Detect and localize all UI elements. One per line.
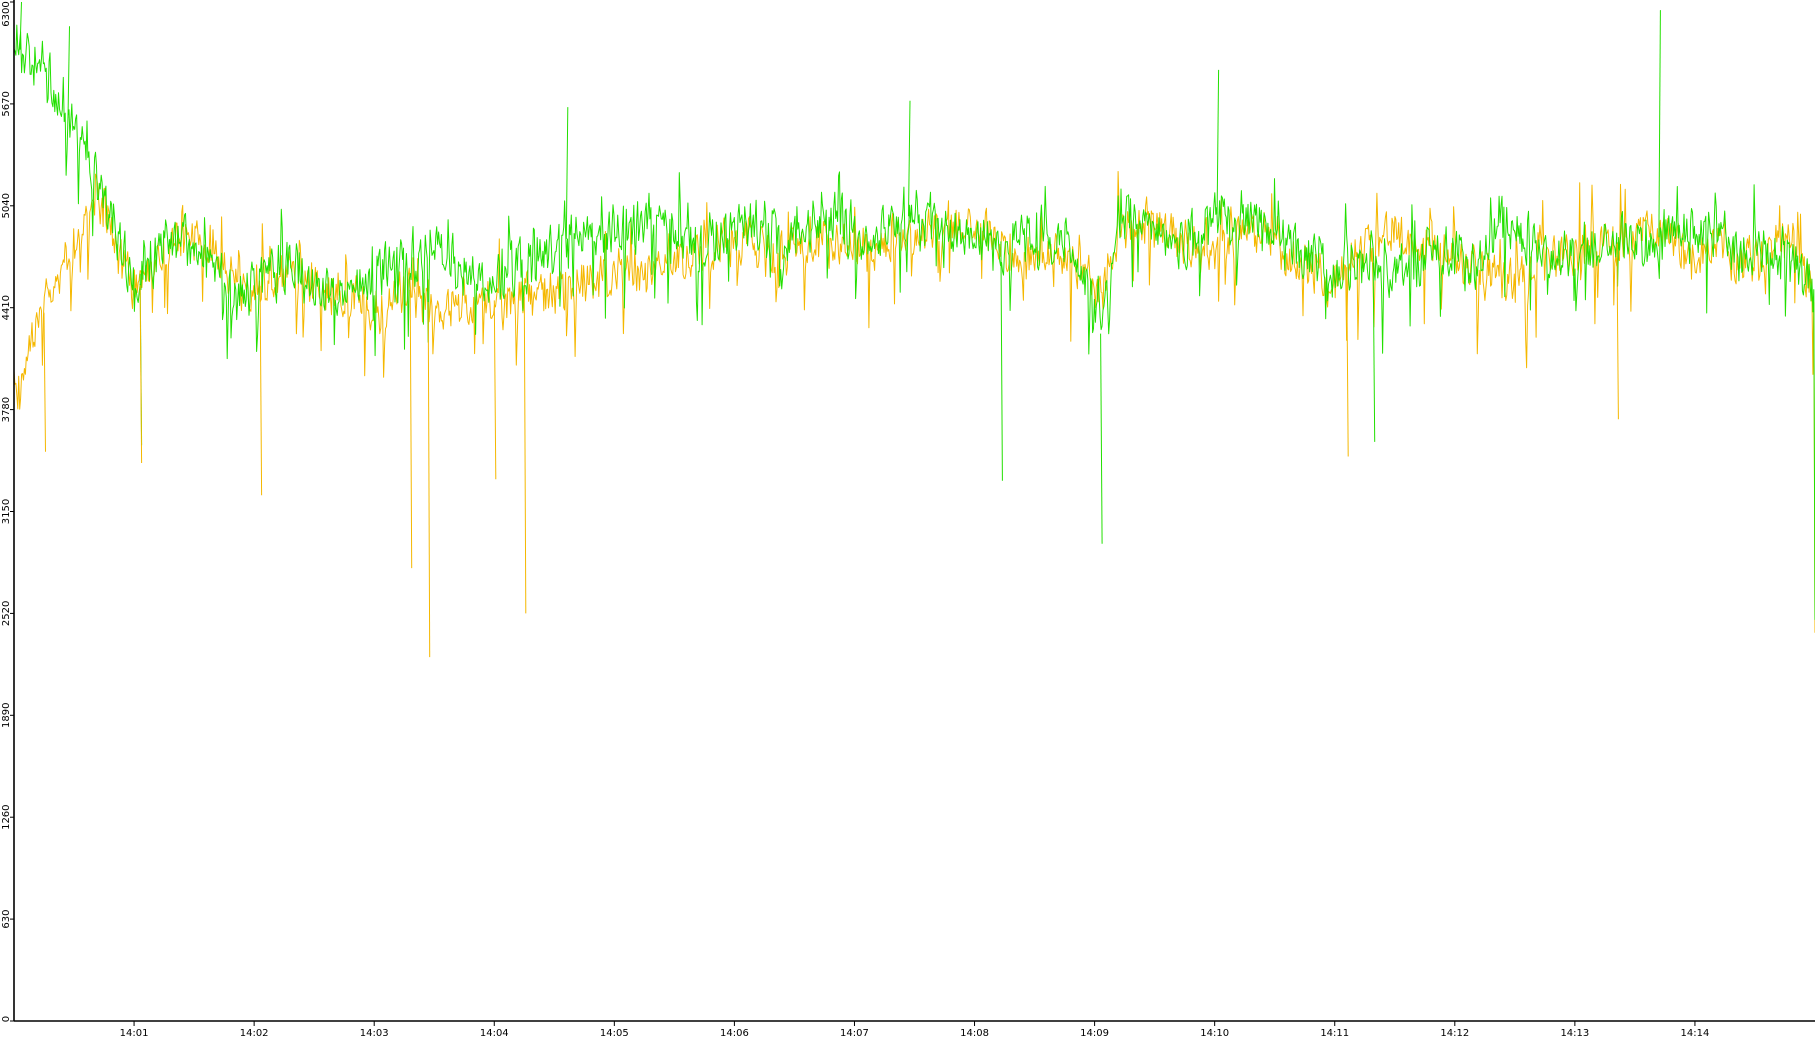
chart-container: 0 630 1260 1890 2520 3150 3780 4410 5040 5670 6300… [0, 0, 1815, 1039]
series-line-green [13, 24, 1815, 620]
y-tick-label: 2520 [1, 601, 12, 626]
y-tick-label: 1890 [1, 703, 12, 728]
x-tick-label: 14:08 [960, 1028, 989, 1039]
series-spike-5 [1216, 69, 1220, 215]
series-layer [13, 1, 1815, 658]
x-tick-label: 14:07 [840, 1028, 869, 1039]
x-tick-label: 14:12 [1440, 1028, 1469, 1039]
y-tick-label: 5670 [1, 91, 12, 116]
x-tick-label: 14:01 [120, 1028, 149, 1039]
series-spike-6 [1658, 10, 1661, 238]
x-tick-label: 14:13 [1560, 1028, 1589, 1039]
y-tick-label: 630 [1, 910, 12, 929]
x-tick-label: 14:10 [1200, 1028, 1229, 1039]
x-tick-label: 14:14 [1681, 1028, 1710, 1039]
x-tick-label: 14:06 [720, 1028, 749, 1039]
y-tick-label: 5040 [1, 193, 12, 218]
y-tick-label: 4410 [1, 295, 12, 320]
x-tick-label: 14:11 [1320, 1028, 1349, 1039]
y-tick-layer: 0 630 1260 1890 2520 3150 3780 4410 5040 5670 6300 [1, 1, 14, 1022]
series-spike-3 [908, 100, 911, 217]
series-spike-2 [565, 107, 569, 240]
series-spike-11 [427, 301, 431, 658]
series-spike-1 [67, 26, 70, 118]
y-tick-label: 0 [1, 1016, 12, 1022]
series-spike-10 [409, 289, 413, 569]
series-spike-4 [1100, 333, 1103, 544]
series-spike-12 [523, 297, 527, 614]
axis-layer [13, 0, 1815, 1022]
x-tick-label: 14:09 [1080, 1028, 1109, 1039]
x-tick-label: 14:05 [600, 1028, 629, 1039]
y-tick-label: 1260 [1, 804, 12, 829]
series-spike-8 [1000, 241, 1003, 481]
y-tick-label: 3780 [1, 397, 12, 422]
series-spike-14 [259, 285, 263, 496]
x-tick-label: 14:02 [240, 1028, 269, 1039]
y-tick-label: 3150 [1, 499, 12, 524]
series-spike-15 [493, 300, 497, 480]
line-chart: 0 630 1260 1890 2520 3150 3780 4410 5040 5670 6300… [1, 0, 1815, 1039]
y-tick-label: 6300 [1, 1, 12, 26]
x-tick-label: 14:04 [480, 1028, 509, 1039]
x-tick-label: 14:03 [360, 1028, 389, 1039]
series-spike-16 [43, 312, 46, 452]
x-tick-layer: 14:01 14:02 14:03 14:04 14:05 14:06 14:07 14:08… [120, 1021, 1710, 1039]
